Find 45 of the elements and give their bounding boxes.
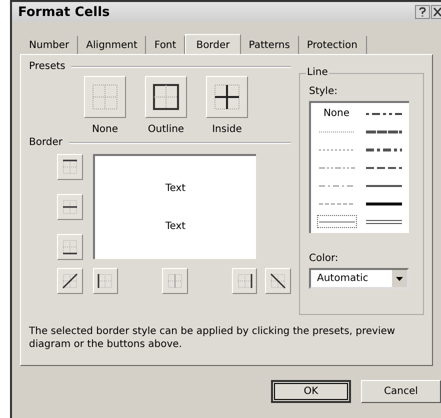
cancel-button[interactable]: Cancel <box>361 380 441 403</box>
section-label: Border <box>29 137 63 148</box>
section-label: Presets <box>29 61 66 72</box>
border-icon <box>62 273 78 289</box>
line-sample-icon <box>366 218 402 226</box>
border-icon <box>270 273 286 289</box>
preset-label: None <box>92 124 118 135</box>
border-button[interactable] <box>265 268 291 294</box>
group-label: Line <box>306 67 329 78</box>
preview-text: Text <box>165 220 186 232</box>
ok-button[interactable]: OK <box>271 380 351 403</box>
border-icon <box>62 239 78 255</box>
hint-text: The selected border style can be applied by clicking the presets, preview diagram or the buttons above. <box>29 325 396 351</box>
line-sample-icon <box>366 146 402 154</box>
border-button[interactable] <box>57 268 83 294</box>
line-style-option[interactable]: None <box>316 107 356 120</box>
close-icon[interactable] <box>431 5 441 19</box>
preset-label: Inside <box>212 124 242 135</box>
grid-icon <box>213 83 241 111</box>
border-icon <box>166 273 183 289</box>
preset-label: Outline <box>148 124 184 135</box>
border-button[interactable] <box>232 268 258 294</box>
grid-icon <box>152 83 180 111</box>
border-icon <box>62 159 78 175</box>
dropdown-arrow-icon <box>396 276 403 280</box>
preset-button[interactable] <box>206 76 248 118</box>
border-button[interactable] <box>57 194 83 220</box>
line-sample-icon <box>366 128 402 136</box>
border-button[interactable] <box>57 234 83 260</box>
border-button[interactable] <box>57 154 83 180</box>
preset-button[interactable] <box>145 76 187 118</box>
preview-text: Text <box>165 183 186 194</box>
field-label: Color: <box>309 253 340 264</box>
border-button[interactable] <box>92 268 118 294</box>
help-icon[interactable] <box>415 5 430 19</box>
border-icon <box>97 273 114 289</box>
border-icon <box>236 273 253 289</box>
tab[interactable]: Border <box>185 34 241 54</box>
grid-icon <box>91 83 119 111</box>
color-dropdown[interactable]: Automatic <box>309 268 409 289</box>
window-title: Format Cells <box>18 4 111 20</box>
line-sample-icon <box>366 200 402 208</box>
border-preview[interactable]: Text Text <box>93 154 256 259</box>
field-label: Style: <box>309 86 338 97</box>
border-icon <box>62 199 78 215</box>
